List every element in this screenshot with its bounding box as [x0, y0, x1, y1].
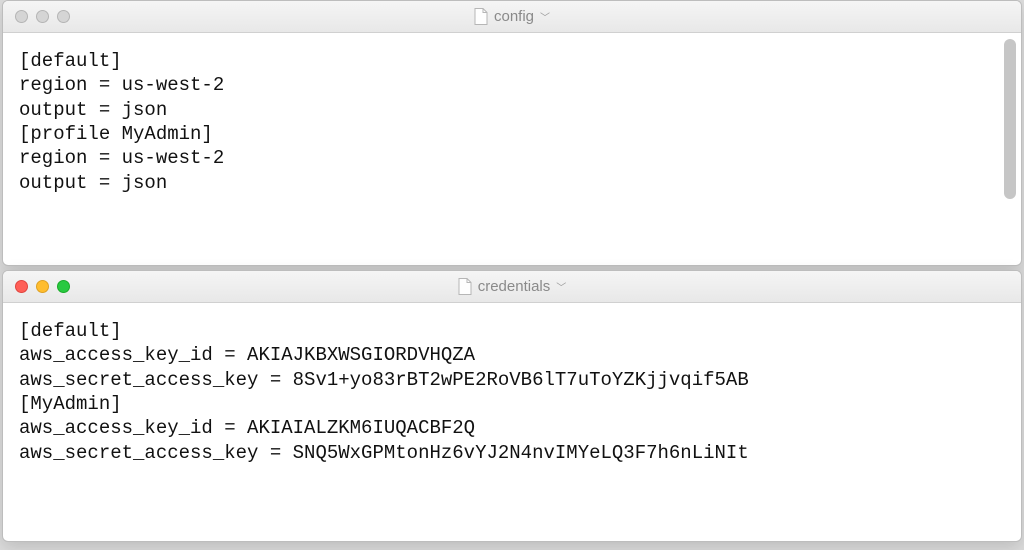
editor-window-config: config ﹀ [default] region = us-west-2 ou… [2, 0, 1022, 266]
scrollbar[interactable] [1003, 39, 1017, 259]
zoom-button[interactable] [57, 280, 70, 293]
chevron-down-icon: ﹀ [556, 279, 566, 294]
traffic-lights [15, 280, 70, 293]
close-button[interactable] [15, 10, 28, 23]
text-content[interactable]: [default] aws_access_key_id = AKIAJKBXWS… [3, 303, 1021, 541]
title-dropdown[interactable]: config ﹀ [474, 8, 550, 25]
window-title: credentials [478, 278, 551, 295]
chevron-down-icon: ﹀ [540, 9, 550, 24]
minimize-button[interactable] [36, 10, 49, 23]
close-button[interactable] [15, 280, 28, 293]
zoom-button[interactable] [57, 10, 70, 23]
editor-window-credentials: credentials ﹀ [default] aws_access_key_i… [2, 270, 1022, 542]
minimize-button[interactable] [36, 280, 49, 293]
scrollbar-thumb[interactable] [1004, 39, 1016, 199]
window-title: config [494, 8, 534, 25]
titlebar[interactable]: credentials ﹀ [3, 271, 1021, 303]
traffic-lights [15, 10, 70, 23]
text-content[interactable]: [default] region = us-west-2 output = js… [3, 33, 1021, 265]
title-dropdown[interactable]: credentials ﹀ [458, 278, 567, 295]
file-icon [458, 278, 472, 295]
titlebar[interactable]: config ﹀ [3, 1, 1021, 33]
file-icon [474, 8, 488, 25]
